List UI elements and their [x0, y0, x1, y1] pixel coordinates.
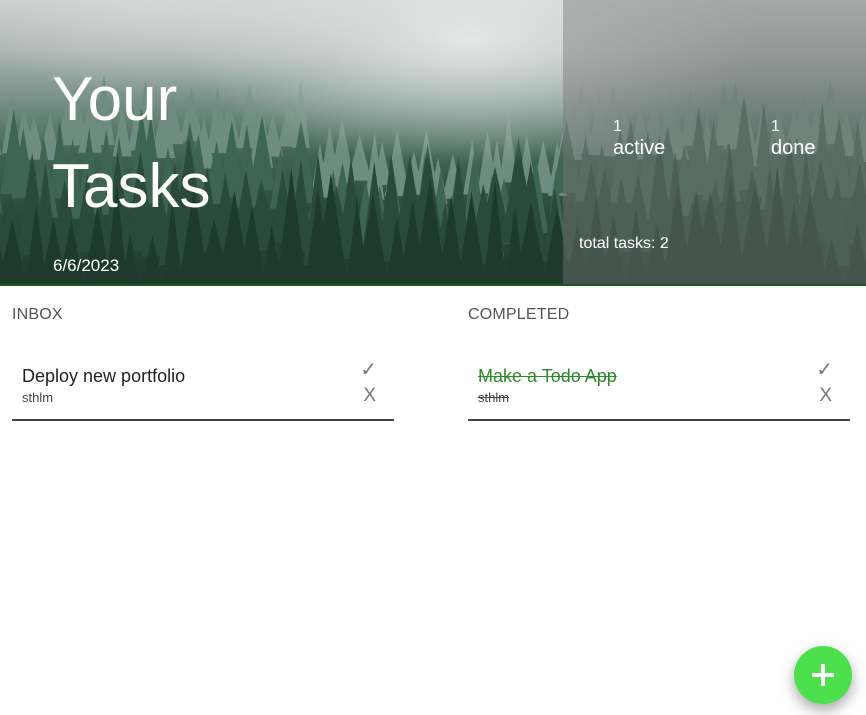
delete-task-button[interactable]: X [819, 386, 832, 406]
completed-column: COMPLETED Make a Todo App sthlm ✓ X [468, 306, 850, 421]
current-date: 6/6/2023 [53, 256, 120, 275]
header-banner: Your Tasks 6/6/2023 1 active 1 done tota… [0, 0, 866, 286]
task-title: Make a Todo App [478, 366, 617, 386]
task-title: Deploy new portfolio [22, 366, 186, 386]
total-tasks: total tasks: 2 [579, 235, 669, 252]
complete-task-button[interactable]: ✓ [816, 360, 833, 380]
done-stat: 1 done [771, 118, 816, 160]
completed-heading: COMPLETED [468, 306, 570, 323]
inbox-heading: INBOX [12, 306, 63, 323]
delete-task-button[interactable]: X [363, 386, 376, 406]
done-count: 1 [771, 118, 780, 135]
task-location: sthlm [22, 390, 54, 405]
complete-task-button[interactable]: ✓ [360, 360, 377, 380]
task-location: sthlm [478, 390, 510, 405]
inbox-column: INBOX Deploy new portfolio sthlm ✓ X [12, 306, 394, 421]
active-stat: 1 active [613, 118, 665, 160]
title-line-1: Your [52, 65, 178, 134]
page-title: Your Tasks [52, 56, 210, 230]
done-label: done [771, 137, 816, 159]
plus-icon [812, 664, 834, 686]
active-label: active [613, 137, 666, 159]
completed-task-item: Make a Todo App sthlm ✓ X [468, 344, 850, 421]
task-item: Deploy new portfolio sthlm ✓ X [12, 344, 394, 421]
active-count: 1 [613, 118, 622, 135]
title-line-2: Tasks [52, 152, 211, 221]
add-task-button[interactable] [794, 646, 852, 704]
